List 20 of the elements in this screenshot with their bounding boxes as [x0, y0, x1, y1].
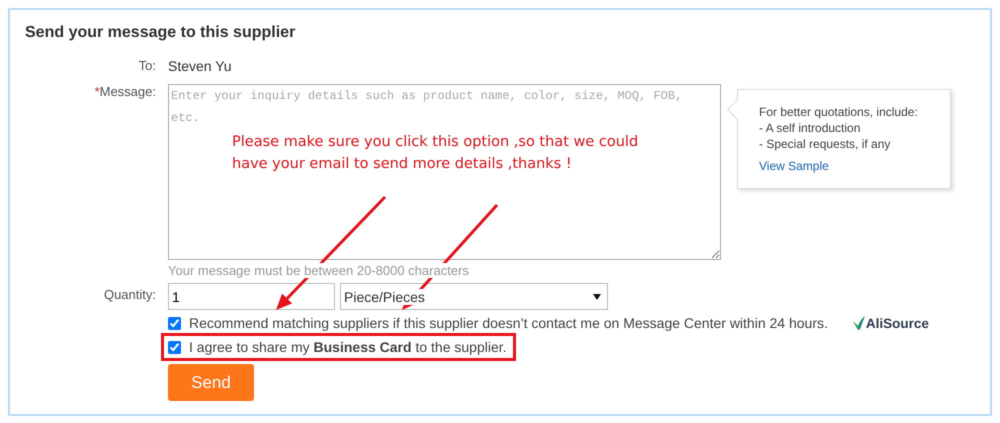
tip-heading: For better quotations, include:: [759, 104, 919, 120]
form-title: Send your message to this supplier: [25, 24, 296, 42]
tip-item: - Special requests, if any: [759, 136, 892, 152]
brand-logo: AliSource: [852, 316, 929, 330]
option-label: I agree to share my Business Card to the supplier.: [189, 339, 507, 355]
unit-dropdown[interactable]: Piece/Pieces: [340, 283, 608, 310]
field-label: To:: [138, 58, 156, 73]
tip-item: - A self introduction: [759, 120, 862, 136]
quantity-field[interactable]: 1: [168, 283, 335, 310]
checkbox[interactable]: [168, 340, 181, 354]
annotation-text: Please make sure you click this option ,so that we could have your email to send more details ,thanks !: [232, 133, 640, 174]
field-label: Quantity:: [104, 287, 156, 302]
view-sample-link[interactable]: View Sample: [759, 158, 829, 174]
option-label: Recommend matching suppliers if this supplier doesn’t contact me on Message Center within 24 hours.: [189, 315, 828, 331]
checkbox[interactable]: [168, 316, 181, 330]
recipient-name: Steven Yu: [168, 58, 232, 74]
field-label: *Message:: [94, 84, 156, 99]
dropdown-arrow-icon: [593, 294, 601, 300]
leaf-icon: [852, 316, 865, 330]
helper-text: Your message must be between 20-8000 characters: [168, 263, 469, 278]
